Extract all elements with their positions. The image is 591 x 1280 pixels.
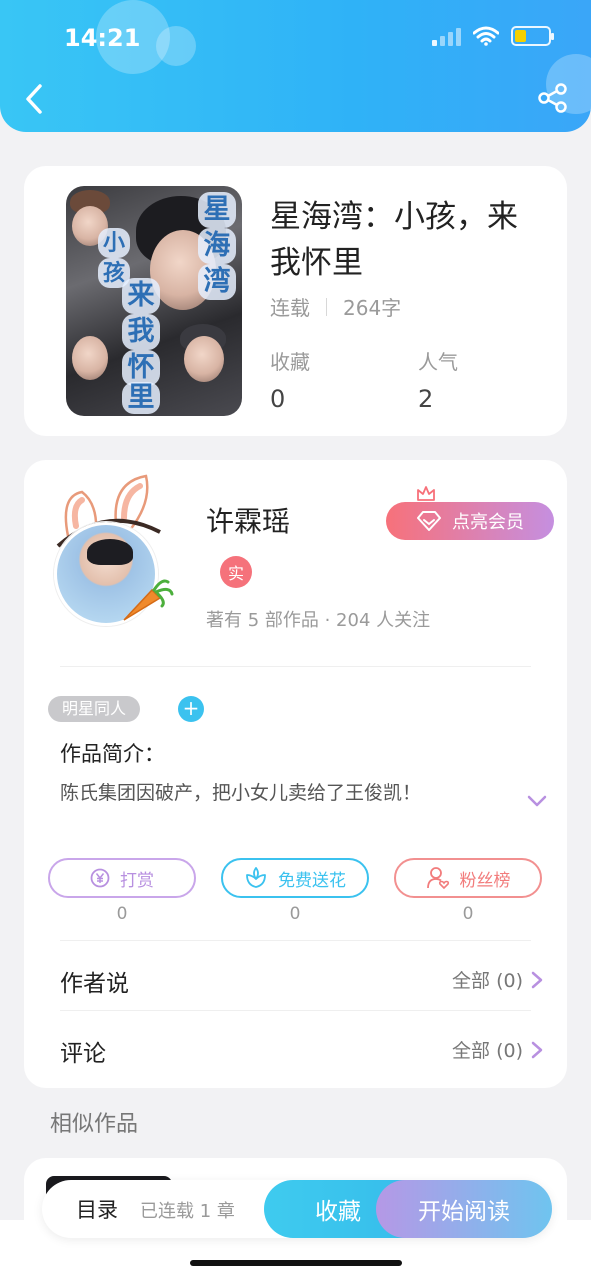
- author-avatar[interactable]: [54, 474, 184, 626]
- author-says-all[interactable]: 全部 (0): [452, 966, 543, 993]
- intro-text: 陈氏集团因破产，把小女儿卖给了王俊凯！: [60, 782, 422, 804]
- book-card: 星 海 湾 小 孩 来 我 怀 里 星海湾：小孩，来我怀里 连载 264字 收藏…: [24, 166, 567, 436]
- author-card: 许霖瑶 点亮会员 实 著有 5 部作品 · 204 人关注 明星同人 + 作品简…: [24, 460, 567, 1088]
- battery-level: [515, 30, 526, 42]
- cover-title-char: 湾: [198, 264, 236, 300]
- meta-divider: [326, 297, 327, 316]
- fans-label: 粉丝榜: [459, 870, 511, 891]
- fan-ranking-icon: [426, 867, 449, 890]
- genre-tag[interactable]: 明星同人: [48, 696, 141, 722]
- fan-ranking-button[interactable]: 粉丝榜: [394, 858, 542, 898]
- cover-title-char: 来: [122, 278, 160, 314]
- add-tag-button[interactable]: +: [178, 696, 204, 722]
- carrot-icon: [123, 579, 174, 621]
- reward-label: 打赏: [120, 870, 154, 891]
- book-status: 连载: [270, 296, 310, 320]
- stat-label: 收藏: [270, 350, 310, 374]
- cover-title-char: 怀: [122, 350, 160, 386]
- book-meta: 连载 264字: [270, 292, 401, 321]
- cover-title-char: 里: [122, 382, 160, 414]
- stat-value: 2: [418, 385, 434, 413]
- divider: [60, 940, 531, 941]
- start-reading-button[interactable]: 开始阅读: [376, 1180, 552, 1238]
- cover-title-char: 小: [98, 228, 130, 258]
- home-indicator: [190, 1260, 402, 1266]
- comments-count: 全部 (0): [452, 1040, 523, 1062]
- toc-button[interactable]: 目录: [76, 1194, 118, 1224]
- reward-button[interactable]: 打赏: [48, 858, 196, 898]
- chevron-right-icon: [531, 971, 543, 988]
- vip-label: 点亮会员: [452, 512, 524, 533]
- cover-title-char: 海: [198, 228, 236, 264]
- stat-favorites: 收藏 0: [270, 346, 310, 413]
- divider: [60, 666, 531, 667]
- comments-title: 评论: [60, 1041, 106, 1067]
- chevron-right-icon: [531, 1041, 543, 1058]
- author-says-title: 作者说: [60, 971, 129, 997]
- battery-icon: [511, 26, 554, 46]
- fans-count: 0: [462, 904, 474, 924]
- header: 14:21: [0, 0, 591, 132]
- similar-works-title: 相似作品: [50, 1112, 139, 1137]
- stat-popularity: 人气 2: [418, 346, 458, 413]
- flower-label: 免费送花: [278, 870, 346, 891]
- chevron-down-icon[interactable]: [527, 794, 547, 808]
- vip-button[interactable]: 点亮会员: [386, 502, 554, 540]
- wifi-icon: [473, 26, 499, 46]
- status-icons: [432, 26, 554, 46]
- reward-count: 0: [116, 904, 128, 924]
- share-icon[interactable]: [537, 82, 569, 114]
- chevron-left-icon[interactable]: [18, 80, 52, 118]
- word-count: 264字: [343, 296, 402, 320]
- intro-label: 作品简介：: [60, 742, 165, 766]
- cover-figure: [72, 336, 108, 380]
- book-title: 星海湾：小孩，来我怀里: [270, 199, 518, 281]
- yen-coin-icon: [90, 868, 110, 888]
- diamond-icon: [417, 511, 441, 531]
- divider: [60, 1010, 531, 1011]
- action-fans: 粉丝榜 0: [394, 858, 542, 924]
- cover-figure: [184, 336, 224, 382]
- stat-value: 0: [270, 385, 286, 413]
- stat-label: 人气: [418, 350, 458, 374]
- real-name-badge: 实: [220, 556, 252, 588]
- author-says-count: 全部 (0): [452, 970, 523, 992]
- status-time: 14:21: [64, 24, 141, 52]
- send-flower-button[interactable]: 免费送花: [221, 858, 369, 898]
- cover-title-char: 我: [122, 314, 160, 350]
- cover-title-char: 星: [198, 192, 236, 228]
- flower-icon: [246, 867, 266, 888]
- author-says-row[interactable]: 作者说 全部 (0): [24, 950, 567, 1010]
- flower-count: 0: [289, 904, 301, 924]
- decor-bubble: [156, 26, 196, 66]
- comments-all[interactable]: 全部 (0): [452, 1036, 543, 1063]
- action-reward: 打赏 0: [48, 858, 196, 924]
- action-flower: 免费送花 0: [221, 858, 369, 924]
- author-stats: 著有 5 部作品 · 204 人关注: [206, 610, 431, 631]
- book-cover[interactable]: 星 海 湾 小 孩 来 我 怀 里: [66, 186, 242, 416]
- chapter-count: 已连载 1 章: [140, 1201, 235, 1222]
- crown-icon: [417, 486, 435, 501]
- comments-row[interactable]: 评论 全部 (0): [24, 1020, 567, 1080]
- avatar-hair: [87, 539, 133, 565]
- author-name[interactable]: 许霖瑶: [206, 500, 290, 540]
- signal-icon: [432, 26, 461, 46]
- bottom-action-bar: 目录 已连载 1 章 收藏 开始阅读: [42, 1180, 552, 1238]
